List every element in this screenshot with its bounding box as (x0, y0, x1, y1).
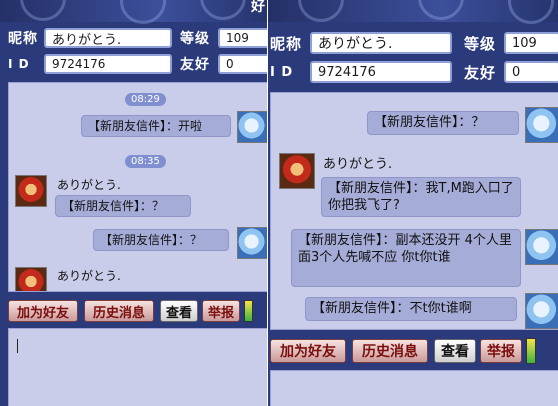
self-avatar (237, 227, 267, 259)
nickname-label: 昵称 (270, 34, 303, 53)
id-field: 9724176 (44, 54, 172, 74)
friendship-field: 0 (504, 61, 558, 83)
add-friend-label: 加为好友 (280, 344, 336, 360)
report-button[interactable]: 举报 (202, 300, 240, 322)
message-bubble: 【新朋友信件】：开啦 (81, 115, 231, 137)
self-avatar (525, 107, 558, 143)
chat-window-right: 昵称 ありがとう. 等级 109 I D 9724176 友好 0 【新朋友信件… (268, 0, 558, 406)
message-text: 【新朋友信件】：？ (62, 199, 165, 213)
message-text: 【新朋友信件】：不t你t谁啊 (312, 301, 472, 316)
message-bubble: 【新朋友信件】：副本还没开 4个人里面3个人先喊不应 你t你t谁 (291, 229, 521, 287)
nickname-field: ありがとう. (44, 28, 172, 48)
friendship-label: 友好 (464, 63, 497, 82)
view-button[interactable]: 查看 (434, 339, 476, 363)
add-friend-button[interactable]: 加为好友 (8, 300, 78, 322)
sender-name: ありがとう. (57, 269, 121, 283)
chat-history[interactable]: 08:29 【新朋友信件】：开啦 08:35 ありがとう. 【新朋友信件】：？ … (8, 82, 267, 292)
sender-name: ありがとう. (323, 157, 393, 172)
id-label: I D (8, 57, 30, 71)
chat-window-left: 好 昵称 ありがとう. 等级 109 I D 9724176 友好 0 08:2… (0, 0, 267, 406)
history-label: 历史消息 (362, 344, 418, 360)
message-input[interactable] (8, 328, 267, 406)
history-label: 历史消息 (92, 305, 145, 321)
id-value: 9724176 (52, 57, 106, 71)
chat-history[interactable]: 【新朋友信件】：？ ありがとう. 【新朋友信件】：我T,M跑入口了 你把我飞了?… (270, 92, 558, 330)
text-caret (17, 339, 18, 353)
signal-meter (526, 338, 536, 364)
nickname-field: ありがとう. (310, 32, 452, 54)
title-bar-decoration: 好 (0, 0, 267, 24)
level-label: 等级 (464, 34, 497, 53)
friend-avatar (15, 267, 47, 291)
self-avatar (237, 111, 267, 143)
view-button[interactable]: 查看 (160, 300, 198, 322)
level-field: 109 (218, 28, 267, 48)
view-label: 查看 (165, 305, 192, 321)
self-avatar (525, 229, 558, 265)
level-label: 等级 (180, 31, 210, 47)
message-text: 【新朋友信件】：？ (100, 233, 203, 247)
nickname-label: 昵称 (8, 31, 38, 47)
friendship-value: 0 (226, 57, 234, 71)
add-friend-button[interactable]: 加为好友 (270, 339, 346, 363)
id-field: 9724176 (310, 61, 452, 83)
history-button[interactable]: 历史消息 (84, 300, 154, 322)
level-value: 109 (226, 31, 249, 45)
message-text: 【新朋友信件】：我T,M跑入口了 你把我飞了? (328, 181, 514, 213)
message-text: 【新朋友信件】：？ (374, 115, 485, 130)
level-value: 109 (512, 35, 537, 51)
report-button[interactable]: 举报 (480, 339, 522, 363)
timestamp: 08:29 (125, 93, 166, 106)
history-button[interactable]: 历史消息 (352, 339, 428, 363)
friend-avatar (15, 175, 47, 207)
message-bubble: 【新朋友信件】：不t你t谁啊 (305, 297, 517, 321)
sender-name: ありがとう. (57, 178, 121, 192)
corner-glyph: 好 (251, 0, 265, 15)
friend-avatar (279, 153, 315, 189)
message-bubble: 【新朋友信件】：我T,M跑入口了 你把我飞了? (321, 177, 521, 217)
message-bubble: 【新朋友信件】：？ (367, 111, 519, 135)
add-friend-label: 加为好友 (16, 305, 69, 321)
message-text: 【新朋友信件】：开啦 (88, 119, 203, 133)
timestamp: 08:35 (125, 155, 166, 168)
id-value: 9724176 (318, 64, 376, 80)
report-label: 举报 (487, 344, 515, 360)
friendship-label: 友好 (180, 57, 210, 73)
friendship-field: 0 (218, 54, 267, 74)
id-label: I D (270, 64, 294, 80)
message-bubble: 【新朋友信件】：？ (55, 195, 191, 217)
message-input[interactable] (270, 370, 558, 406)
nickname-value: ありがとう. (318, 36, 393, 52)
view-label: 查看 (441, 344, 469, 360)
level-field: 109 (504, 32, 558, 54)
friendship-value: 0 (512, 64, 521, 80)
nickname-value: ありがとう. (52, 32, 122, 48)
signal-meter (244, 300, 253, 322)
message-bubble: 【新朋友信件】：？ (93, 229, 229, 251)
title-bar-decoration (268, 0, 558, 24)
report-label: 举报 (207, 305, 234, 321)
self-avatar (525, 293, 558, 329)
message-text: 【新朋友信件】：副本还没开 4个人里面3个人先喊不应 你t你t谁 (298, 233, 512, 265)
